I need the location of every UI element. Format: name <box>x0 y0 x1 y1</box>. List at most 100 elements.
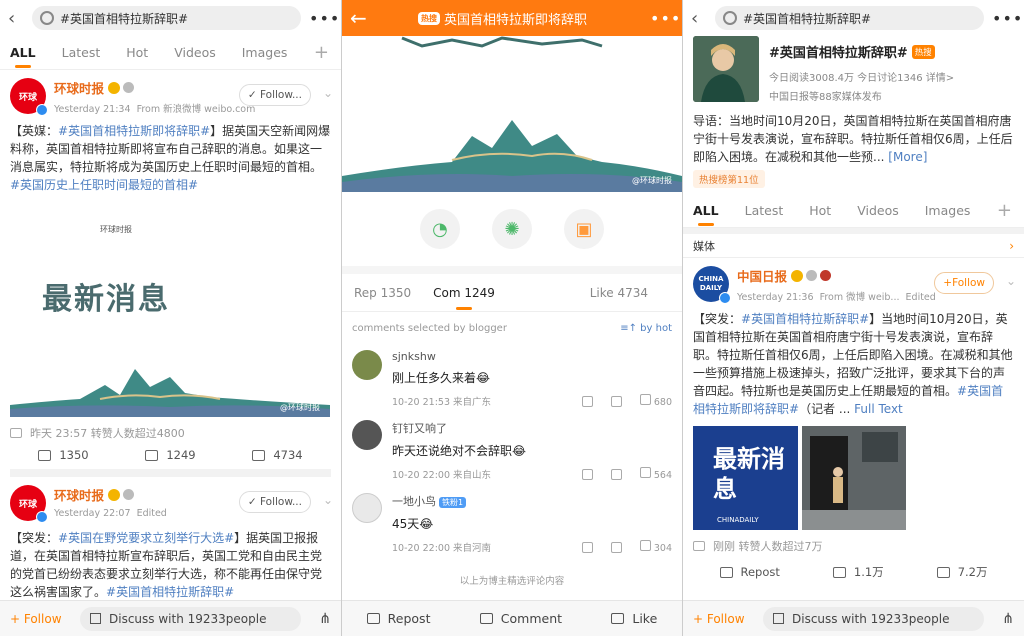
comment-item[interactable]: sjnkshw 刚上任多久来着😂 10-20 21:53 来自广东 680 <box>342 344 682 414</box>
chevron-down-icon[interactable]: ⌄ <box>323 493 333 507</box>
search-input[interactable]: #英国首相特拉斯辞职# <box>32 6 301 30</box>
post-author[interactable]: 中国日报 <box>737 266 787 285</box>
repost-button[interactable]: Repost <box>366 611 430 626</box>
tab-all[interactable]: ALL <box>693 203 719 218</box>
moments-share-icon[interactable]: ✺ <box>492 209 532 249</box>
tab-latest[interactable]: Latest <box>62 45 101 60</box>
post-card[interactable]: 环球 环球时报 Yesterday 21:34 From 新浪微博 weibo.… <box>0 70 341 477</box>
more-icon[interactable]: ••• <box>650 9 680 28</box>
hashtag-link[interactable]: #英国首相特拉斯辞职# <box>741 312 869 326</box>
discuss-input[interactable]: Discuss with 19233people <box>763 606 984 631</box>
like-button[interactable]: 304 <box>639 540 672 554</box>
avatar[interactable]: 环球 <box>10 485 48 523</box>
tab-all[interactable]: ALL <box>10 45 36 60</box>
hashtag-link[interactable]: #英国首相特拉斯辞职# <box>106 585 234 599</box>
share-icon[interactable] <box>581 395 593 407</box>
topic-photo[interactable] <box>693 36 759 102</box>
sort-by-hot[interactable]: ≡↑ by hot <box>620 323 672 334</box>
chevron-down-icon[interactable]: ⌄ <box>1006 274 1016 288</box>
share-icon[interactable]: ⋔ <box>984 611 1014 627</box>
post-text[interactable]: 【突发：#英国在野党要求立刻举行大选#】据英国卫报报道，在英国首相特拉斯宣布辞职… <box>10 529 331 601</box>
avatar[interactable] <box>352 420 382 450</box>
post-text[interactable]: 【英媒：#英国首相特拉斯即将辞职#】据英国天空新闻网爆料称，英国首相特拉斯即将宣… <box>10 122 331 194</box>
save-image-icon[interactable]: ▣ <box>564 209 604 249</box>
comment-user[interactable]: 钉钉又响了 <box>392 420 672 436</box>
search-input[interactable]: #英国首相特拉斯辞职# <box>715 6 984 30</box>
crown-icon <box>108 81 121 94</box>
comment-user[interactable]: sjnkshw <box>392 350 672 363</box>
follow-topic-button[interactable]: + Follow <box>10 612 80 626</box>
avatar[interactable] <box>352 350 382 380</box>
tab-images[interactable]: Images <box>925 203 971 218</box>
hashtag-link[interactable]: #英国历史上任职时间最短的首相# <box>10 178 198 192</box>
post-image[interactable] <box>802 426 906 530</box>
post-text[interactable]: 【突发：#英国首相特拉斯辞职#】当地时间10月20日，英国首相特拉斯在英国首相府… <box>693 310 1014 418</box>
post-author[interactable]: 环球时报 <box>54 485 104 504</box>
tab-images[interactable]: Images <box>242 45 288 60</box>
like-button[interactable]: 7.2万 <box>936 564 987 580</box>
post-image[interactable]: 环球时报 最新消息 @环球时报 <box>10 202 330 417</box>
hashtag-link[interactable]: #英国首相特拉斯即将辞职# <box>58 124 210 138</box>
post-image[interactable]: @环球时报 <box>342 36 682 192</box>
tab-likes[interactable]: Like 4734 <box>590 286 648 300</box>
chevron-down-icon[interactable]: ⌄ <box>323 86 333 100</box>
result-tabs: ALL Latest Hot Videos Images + <box>0 36 341 70</box>
comment-item[interactable]: 一地小鸟 铁粉1 45天😂 10-20 22:00 来自河南 304 <box>342 487 682 560</box>
tab-hot[interactable]: Hot <box>126 45 148 60</box>
reply-icon[interactable] <box>610 468 622 480</box>
share-icon[interactable]: ⋔ <box>301 611 331 627</box>
like-button[interactable]: 564 <box>639 467 672 481</box>
post-image[interactable]: 最新消息 CHINADAILY <box>693 426 798 530</box>
repost-button[interactable]: 1350 <box>38 448 89 462</box>
post-card[interactable]: CHINA DAILY 中国日报 Yesterday 21:36 From 微博… <box>683 258 1024 590</box>
repost-icon <box>366 613 380 624</box>
post-actions: Repost 1.1万 7.2万 <box>693 554 1014 590</box>
rank-badge[interactable]: 热搜榜第11位 <box>693 170 765 188</box>
media-section-header[interactable]: 媒体 › <box>683 228 1024 258</box>
like-button[interactable]: 4734 <box>252 448 303 462</box>
avatar[interactable] <box>352 493 382 523</box>
comment-button[interactable]: Comment <box>479 611 562 626</box>
avatar[interactable]: 环球 <box>10 78 48 116</box>
avatar[interactable]: CHINA DAILY <box>693 266 731 304</box>
wechat-share-icon[interactable]: ◔ <box>420 209 460 249</box>
add-tab-icon[interactable]: + <box>997 200 1012 221</box>
tab-latest[interactable]: Latest <box>745 203 784 218</box>
verified-icon <box>719 292 731 304</box>
reply-icon[interactable] <box>610 541 622 553</box>
back-arrow-icon[interactable]: ← <box>350 6 378 30</box>
more-link[interactable]: [More] <box>888 150 927 164</box>
back-icon[interactable]: ‹ <box>691 8 707 29</box>
back-icon[interactable]: ‹ <box>8 8 24 29</box>
repost-button[interactable]: Repost <box>719 565 780 579</box>
tab-videos[interactable]: Videos <box>857 203 899 218</box>
tab-videos[interactable]: Videos <box>174 45 216 60</box>
share-icon[interactable] <box>581 468 593 480</box>
like-button[interactable]: Like <box>611 611 657 626</box>
comment-button[interactable]: 1.1万 <box>832 564 884 580</box>
follow-button[interactable]: ✓ Follow... <box>238 84 311 106</box>
full-text-link[interactable]: Full Text <box>854 402 903 416</box>
tab-comments[interactable]: Com 1249 <box>433 286 495 300</box>
share-icon[interactable] <box>581 541 593 553</box>
tab-hot[interactable]: Hot <box>809 203 831 218</box>
comment-user[interactable]: 一地小鸟 <box>392 495 436 508</box>
post-card[interactable]: 环球 环球时报 Yesterday 22:07 Edited ✓ Follow.… <box>0 477 341 601</box>
follow-button[interactable]: +Follow <box>934 272 994 294</box>
comment-item[interactable]: 钉钉又响了 昨天还说绝对不会辞职😂 10-20 22:00 来自山东 564 <box>342 414 682 487</box>
comment-button[interactable]: 1249 <box>145 448 196 462</box>
post-source: From 新浪微博 weibo.com <box>136 104 256 115</box>
add-tab-icon[interactable]: + <box>314 42 329 63</box>
reply-icon[interactable] <box>610 395 622 407</box>
comment-tabs: Rep 1350 Com 1249 Like 4734 <box>342 274 682 312</box>
discuss-input[interactable]: Discuss with 19233people <box>80 606 301 631</box>
follow-button[interactable]: ✓ Follow... <box>238 491 311 513</box>
tab-reposts[interactable]: Rep 1350 <box>354 286 411 300</box>
hashtag-link[interactable]: #英国在野党要求立刻举行大选# <box>58 531 234 545</box>
topic-stats[interactable]: 今日阅读3008.4万 今日讨论1346 详情> <box>769 69 954 84</box>
follow-topic-button[interactable]: + Follow <box>693 612 763 626</box>
post-author[interactable]: 环球时报 <box>54 78 104 97</box>
like-button[interactable]: 680 <box>639 394 672 408</box>
more-icon[interactable]: ••• <box>992 9 1022 28</box>
more-icon[interactable]: ••• <box>309 9 339 28</box>
